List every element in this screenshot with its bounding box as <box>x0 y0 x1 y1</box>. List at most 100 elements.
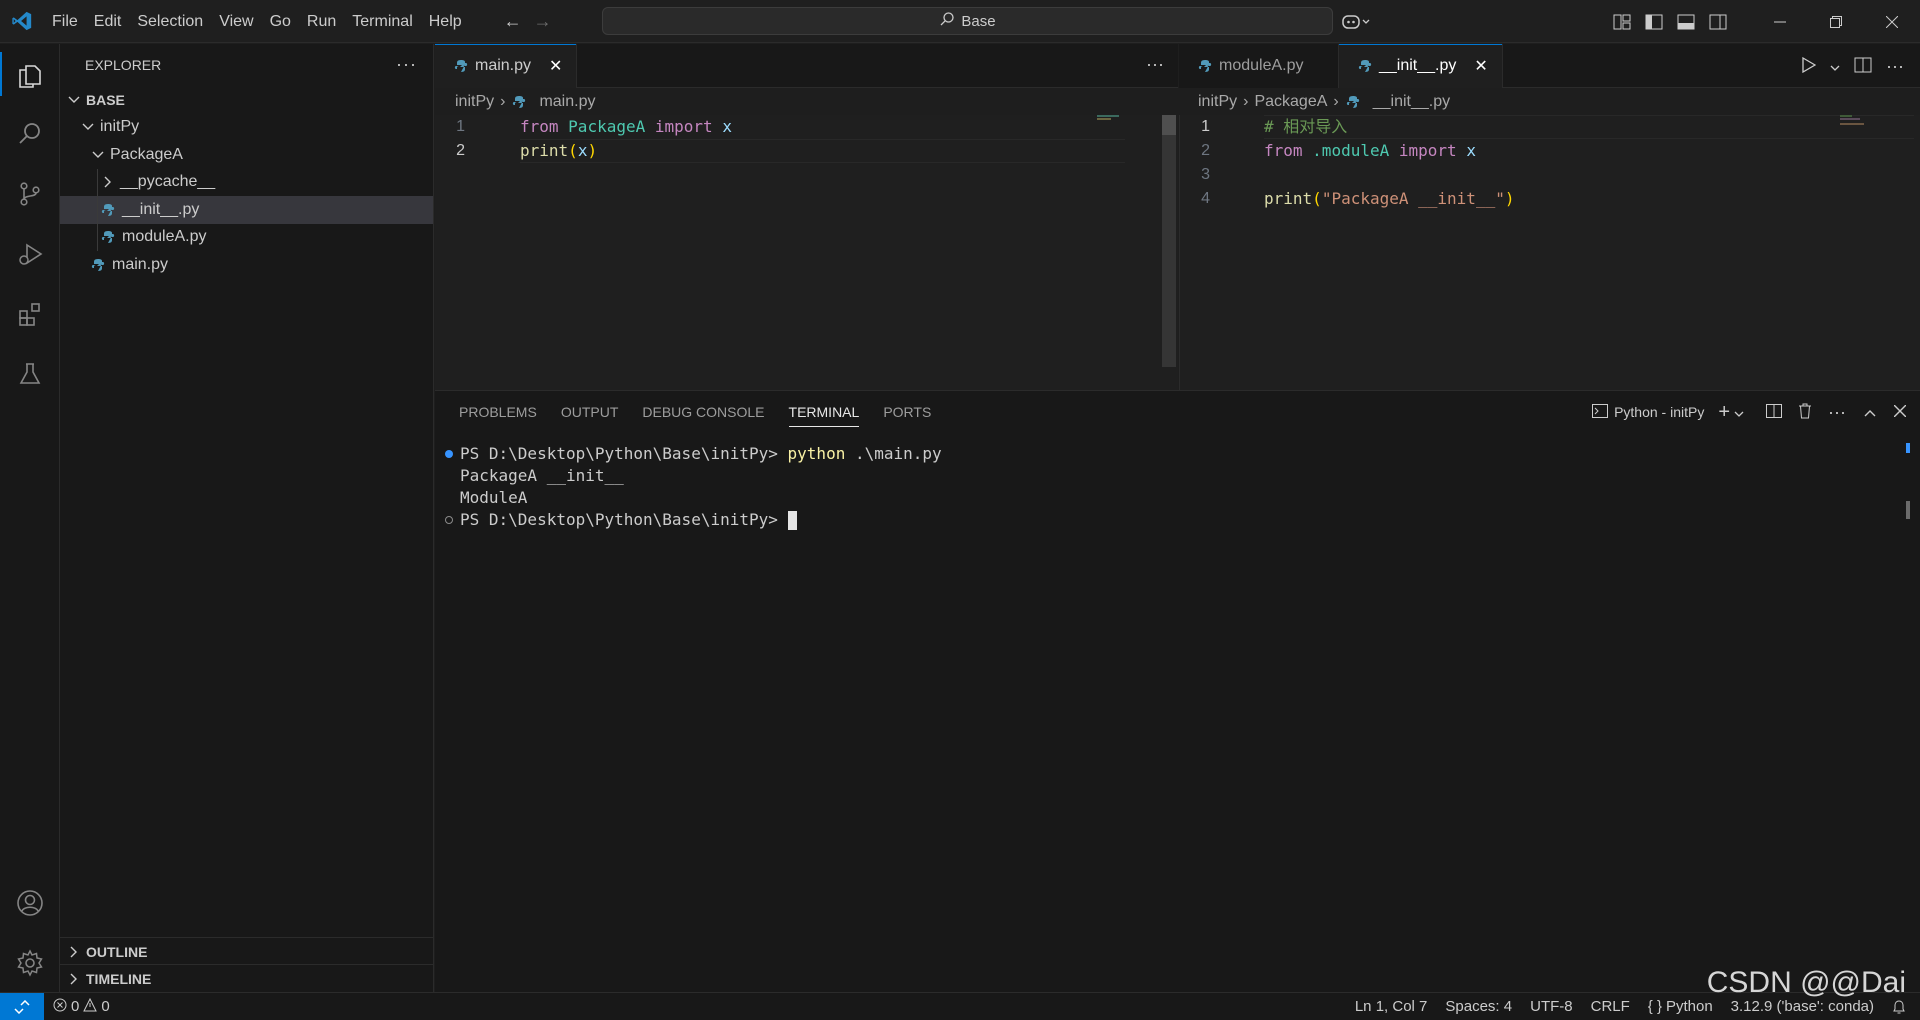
toggle-secondary-sidebar-icon[interactable] <box>1702 0 1734 43</box>
forward-arrow-icon[interactable]: → <box>528 11 558 32</box>
left-editor-body[interactable]: 1 2 from PackageA import x print(x) <box>435 115 1178 390</box>
problems-status[interactable]: 0 0 <box>44 997 119 1016</box>
tab-debug-console[interactable]: DEBUG CONSOLE <box>630 391 776 433</box>
line-number: 3 <box>1201 166 1210 183</box>
language-mode[interactable]: { } Python <box>1639 998 1722 1015</box>
terminal-view[interactable]: PS D:\Desktop\Python\Base\initPy> python… <box>435 443 1905 983</box>
search-icon <box>939 11 955 31</box>
minimap[interactable] <box>1840 115 1870 125</box>
bracket: ) <box>587 141 598 160</box>
tab-main-py[interactable]: main.py ✕ <box>435 44 578 88</box>
close-panel-icon[interactable] <box>1886 404 1920 420</box>
tab-init-py[interactable]: __init__.py ✕ <box>1339 44 1503 88</box>
module-name: .moduleA <box>1312 141 1390 160</box>
menu-run[interactable]: Run <box>299 0 344 43</box>
toggle-panel-icon[interactable] <box>1670 0 1702 43</box>
editor-more-actions-icon[interactable]: ··· <box>1146 54 1164 75</box>
menu-selection[interactable]: Selection <box>129 0 211 43</box>
breadcrumb-item[interactable]: initPy <box>1198 93 1237 111</box>
outline-section[interactable]: OUTLINE <box>60 937 434 965</box>
cursor-position[interactable]: Ln 1, Col 7 <box>1346 998 1437 1015</box>
remote-window-icon[interactable] <box>0 992 44 1020</box>
tree-file-init[interactable]: __init__.py <box>60 196 433 224</box>
back-arrow-icon[interactable]: ← <box>498 11 528 32</box>
split-editor-icon[interactable] <box>1854 57 1872 76</box>
error-count: 0 <box>71 998 80 1015</box>
breadcrumb-item[interactable]: PackageA <box>1254 93 1327 111</box>
extensions-icon[interactable] <box>0 284 60 344</box>
more-actions-icon[interactable]: ··· <box>1820 402 1854 423</box>
run-debug-icon[interactable] <box>0 224 60 284</box>
close-tab-icon[interactable]: ✕ <box>1474 56 1487 76</box>
restore-icon[interactable] <box>1808 0 1864 43</box>
timeline-section[interactable]: TIMELINE <box>60 964 434 992</box>
command-center-search[interactable]: Base <box>602 7 1333 35</box>
minimap[interactable] <box>1097 115 1123 121</box>
customize-layout-icon[interactable] <box>1606 0 1638 43</box>
vertical-scrollbar[interactable] <box>1162 115 1176 367</box>
end-of-line[interactable]: CRLF <box>1582 998 1639 1015</box>
split-terminal-icon[interactable] <box>1758 403 1790 421</box>
tab-modulea-py[interactable]: moduleA.py <box>1179 44 1339 88</box>
close-window-icon[interactable] <box>1864 0 1920 43</box>
more-actions-icon[interactable]: ··· <box>396 54 417 75</box>
testing-icon[interactable] <box>0 344 60 404</box>
indentation[interactable]: Spaces: 4 <box>1436 998 1521 1015</box>
tab-terminal[interactable]: TERMINAL <box>777 391 872 433</box>
menu-file[interactable]: File <box>44 0 86 43</box>
settings-gear-icon[interactable] <box>0 933 60 993</box>
python-file-icon <box>90 257 106 273</box>
scrollbar-thumb[interactable] <box>1162 115 1176 135</box>
line-number: 1 <box>456 118 465 135</box>
command-success-decoration <box>445 450 453 458</box>
breadcrumb-item[interactable]: main.py <box>539 93 595 111</box>
vscode-logo-icon <box>0 0 44 43</box>
source-control-icon[interactable] <box>0 164 60 224</box>
python-interpreter[interactable]: 3.12.9 ('base': conda) <box>1722 998 1883 1015</box>
panel-actions: Python - initPy + ··· <box>1592 391 1920 433</box>
trash-icon[interactable] <box>1790 403 1820 422</box>
tab-output[interactable]: OUTPUT <box>549 391 631 433</box>
python-file-icon <box>1197 58 1213 74</box>
chevron-down-icon[interactable] <box>1830 59 1840 74</box>
terminal-prompt: PS D:\Desktop\Python\Base\initPy> <box>460 444 778 463</box>
terminal-prompt: PS D:\Desktop\Python\Base\initPy> <box>460 510 778 529</box>
notifications-bell-icon[interactable] <box>1883 999 1920 1015</box>
terminal-selector[interactable]: Python - initPy <box>1592 403 1714 421</box>
chevron-down-icon[interactable] <box>1734 405 1758 420</box>
close-tab-icon[interactable]: ✕ <box>549 56 562 76</box>
search-icon[interactable] <box>0 104 60 164</box>
menu-go[interactable]: Go <box>262 0 299 43</box>
menu-edit[interactable]: Edit <box>86 0 130 43</box>
right-editor-body[interactable]: 1 2 3 4 # 相对导入 from .moduleA import x pr… <box>1179 115 1920 390</box>
encoding[interactable]: UTF-8 <box>1521 998 1582 1015</box>
terminal-scrollbar[interactable] <box>1906 443 1910 453</box>
terminal-command: python <box>787 444 846 463</box>
more-actions-icon[interactable]: ··· <box>1886 56 1904 77</box>
tab-problems[interactable]: PROBLEMS <box>447 391 549 433</box>
tree-folder-packagea[interactable]: PackageA <box>60 141 433 169</box>
tree-file-main[interactable]: main.py <box>60 251 433 279</box>
terminal-scrollbar-thumb[interactable] <box>1906 501 1910 519</box>
new-terminal-plus-icon[interactable]: + <box>1714 401 1734 424</box>
copilot-icon[interactable] <box>1332 0 1380 43</box>
status-bar: 0 0 Ln 1, Col 7 Spaces: 4 UTF-8 CRLF { }… <box>0 992 1920 1020</box>
breadcrumb-item[interactable]: initPy <box>455 93 494 111</box>
toggle-primary-sidebar-icon[interactable] <box>1638 0 1670 43</box>
maximize-panel-icon[interactable] <box>1854 405 1886 420</box>
run-python-file-icon[interactable] <box>1802 56 1817 76</box>
tree-file-modulea[interactable]: moduleA.py <box>60 223 433 251</box>
explorer-icon[interactable] <box>0 44 60 104</box>
tab-ports[interactable]: PORTS <box>871 391 943 433</box>
code-line: from .moduleA import x <box>1264 139 1476 163</box>
menu-terminal[interactable]: Terminal <box>344 0 420 43</box>
menu-view[interactable]: View <box>211 0 261 43</box>
accounts-icon[interactable] <box>0 873 60 933</box>
tree-folder-initpy[interactable]: initPy <box>60 114 433 142</box>
code-line: from PackageA import x <box>520 115 732 139</box>
breadcrumb-item[interactable]: __init__.py <box>1373 93 1450 111</box>
tree-root-base[interactable]: BASE <box>60 86 433 114</box>
tree-folder-pycache[interactable]: __pycache__ <box>60 168 433 196</box>
minimize-icon[interactable] <box>1752 0 1808 43</box>
menu-help[interactable]: Help <box>421 0 470 43</box>
